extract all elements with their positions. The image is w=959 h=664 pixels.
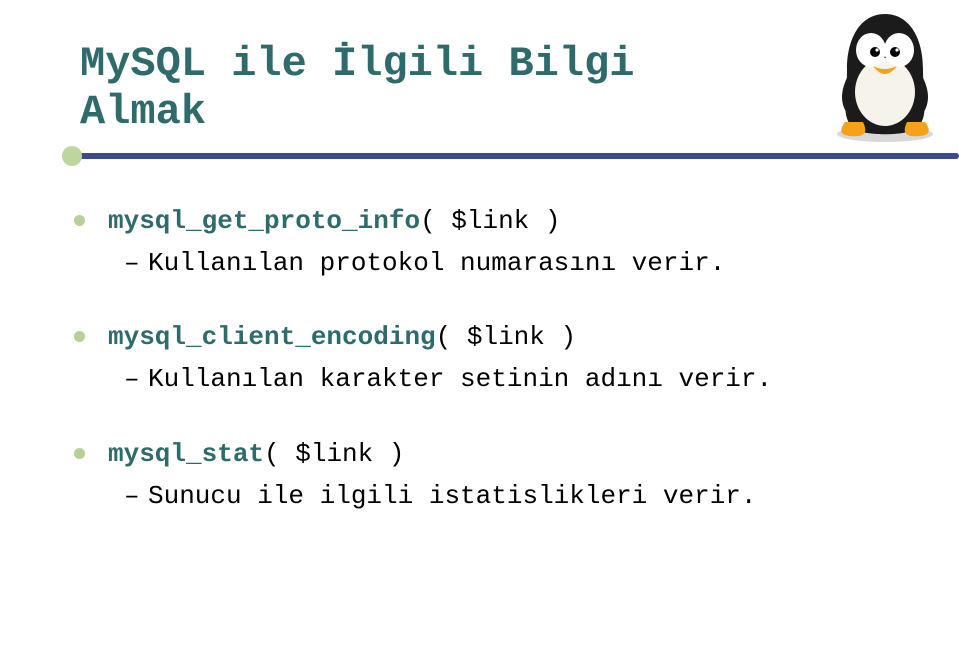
list-item: mysql_stat( $link ) – Sunucu ile ilgili …	[80, 434, 909, 517]
function-args: ( $link )	[264, 439, 404, 469]
description-line: – Kullanılan karakter setinin adını veri…	[80, 359, 909, 399]
description-text: Sunucu ile ilgili istatislikleri verir.	[148, 481, 757, 511]
function-line: mysql_stat( $link )	[80, 434, 909, 474]
description-text: Kullanılan protokol numarasını verir.	[148, 248, 725, 278]
title-underline	[70, 145, 909, 163]
function-line: mysql_client_encoding( $link )	[80, 317, 909, 357]
bullet-icon	[74, 215, 85, 226]
title-line-2: Almak	[80, 88, 206, 136]
bullet-icon	[74, 448, 85, 459]
dash-icon: –	[124, 243, 140, 283]
description-text: Kullanılan karakter setinin adını verir.	[148, 364, 772, 394]
list-item: mysql_get_proto_info( $link ) – Kullanıl…	[80, 201, 909, 284]
slide: MySQL ile İlgili Bilgi Almak mysql_get_p…	[0, 0, 959, 590]
dash-icon: –	[124, 476, 140, 516]
title-line-1: MySQL ile İlgili Bilgi	[80, 40, 635, 88]
function-name: mysql_get_proto_info	[108, 206, 420, 236]
content-area: mysql_get_proto_info( $link ) – Kullanıl…	[80, 201, 909, 517]
function-name: mysql_stat	[108, 439, 264, 469]
bullet-icon	[74, 331, 85, 342]
function-line: mysql_get_proto_info( $link )	[80, 201, 909, 241]
dash-icon: –	[124, 359, 140, 399]
description-line: – Sunucu ile ilgili istatislikleri verir…	[80, 476, 909, 516]
slide-title: MySQL ile İlgili Bilgi Almak	[80, 40, 909, 137]
function-name: mysql_client_encoding	[108, 322, 436, 352]
penguin-mascot-icon	[825, 4, 945, 144]
function-args: ( $link )	[436, 322, 576, 352]
list-item: mysql_client_encoding( $link ) – Kullanı…	[80, 317, 909, 400]
description-line: – Kullanılan protokol numarasını verir.	[80, 243, 909, 283]
function-args: ( $link )	[420, 206, 560, 236]
